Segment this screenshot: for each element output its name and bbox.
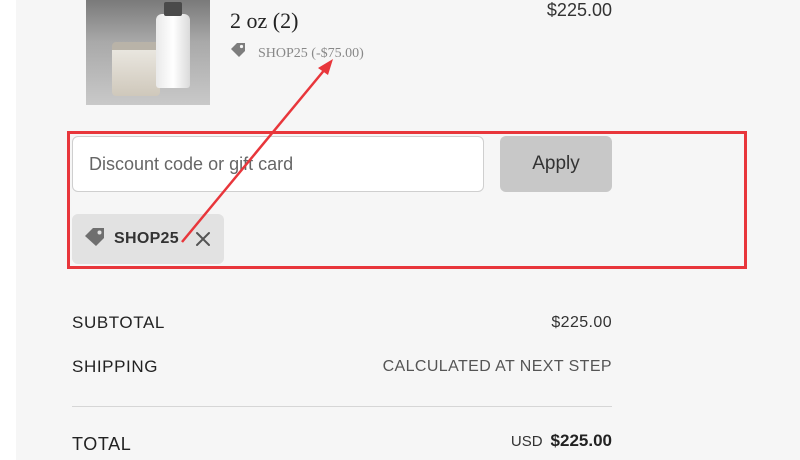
total-currency: USD	[510, 433, 543, 450]
summary-divider	[72, 406, 612, 407]
subtotal-label: SUBTOTAL	[72, 313, 165, 332]
shipping-value: CALCULATED AT NEXT STEP	[382, 358, 612, 375]
subtotal-value: $225.00	[551, 314, 612, 331]
annotation-arrow	[181, 59, 333, 243]
total-amount-group: USD $225.00	[511, 431, 612, 451]
shipping-label: SHIPPING	[72, 357, 159, 376]
total-value: $225.00	[550, 431, 612, 450]
total-label: TOTAL	[72, 434, 132, 454]
